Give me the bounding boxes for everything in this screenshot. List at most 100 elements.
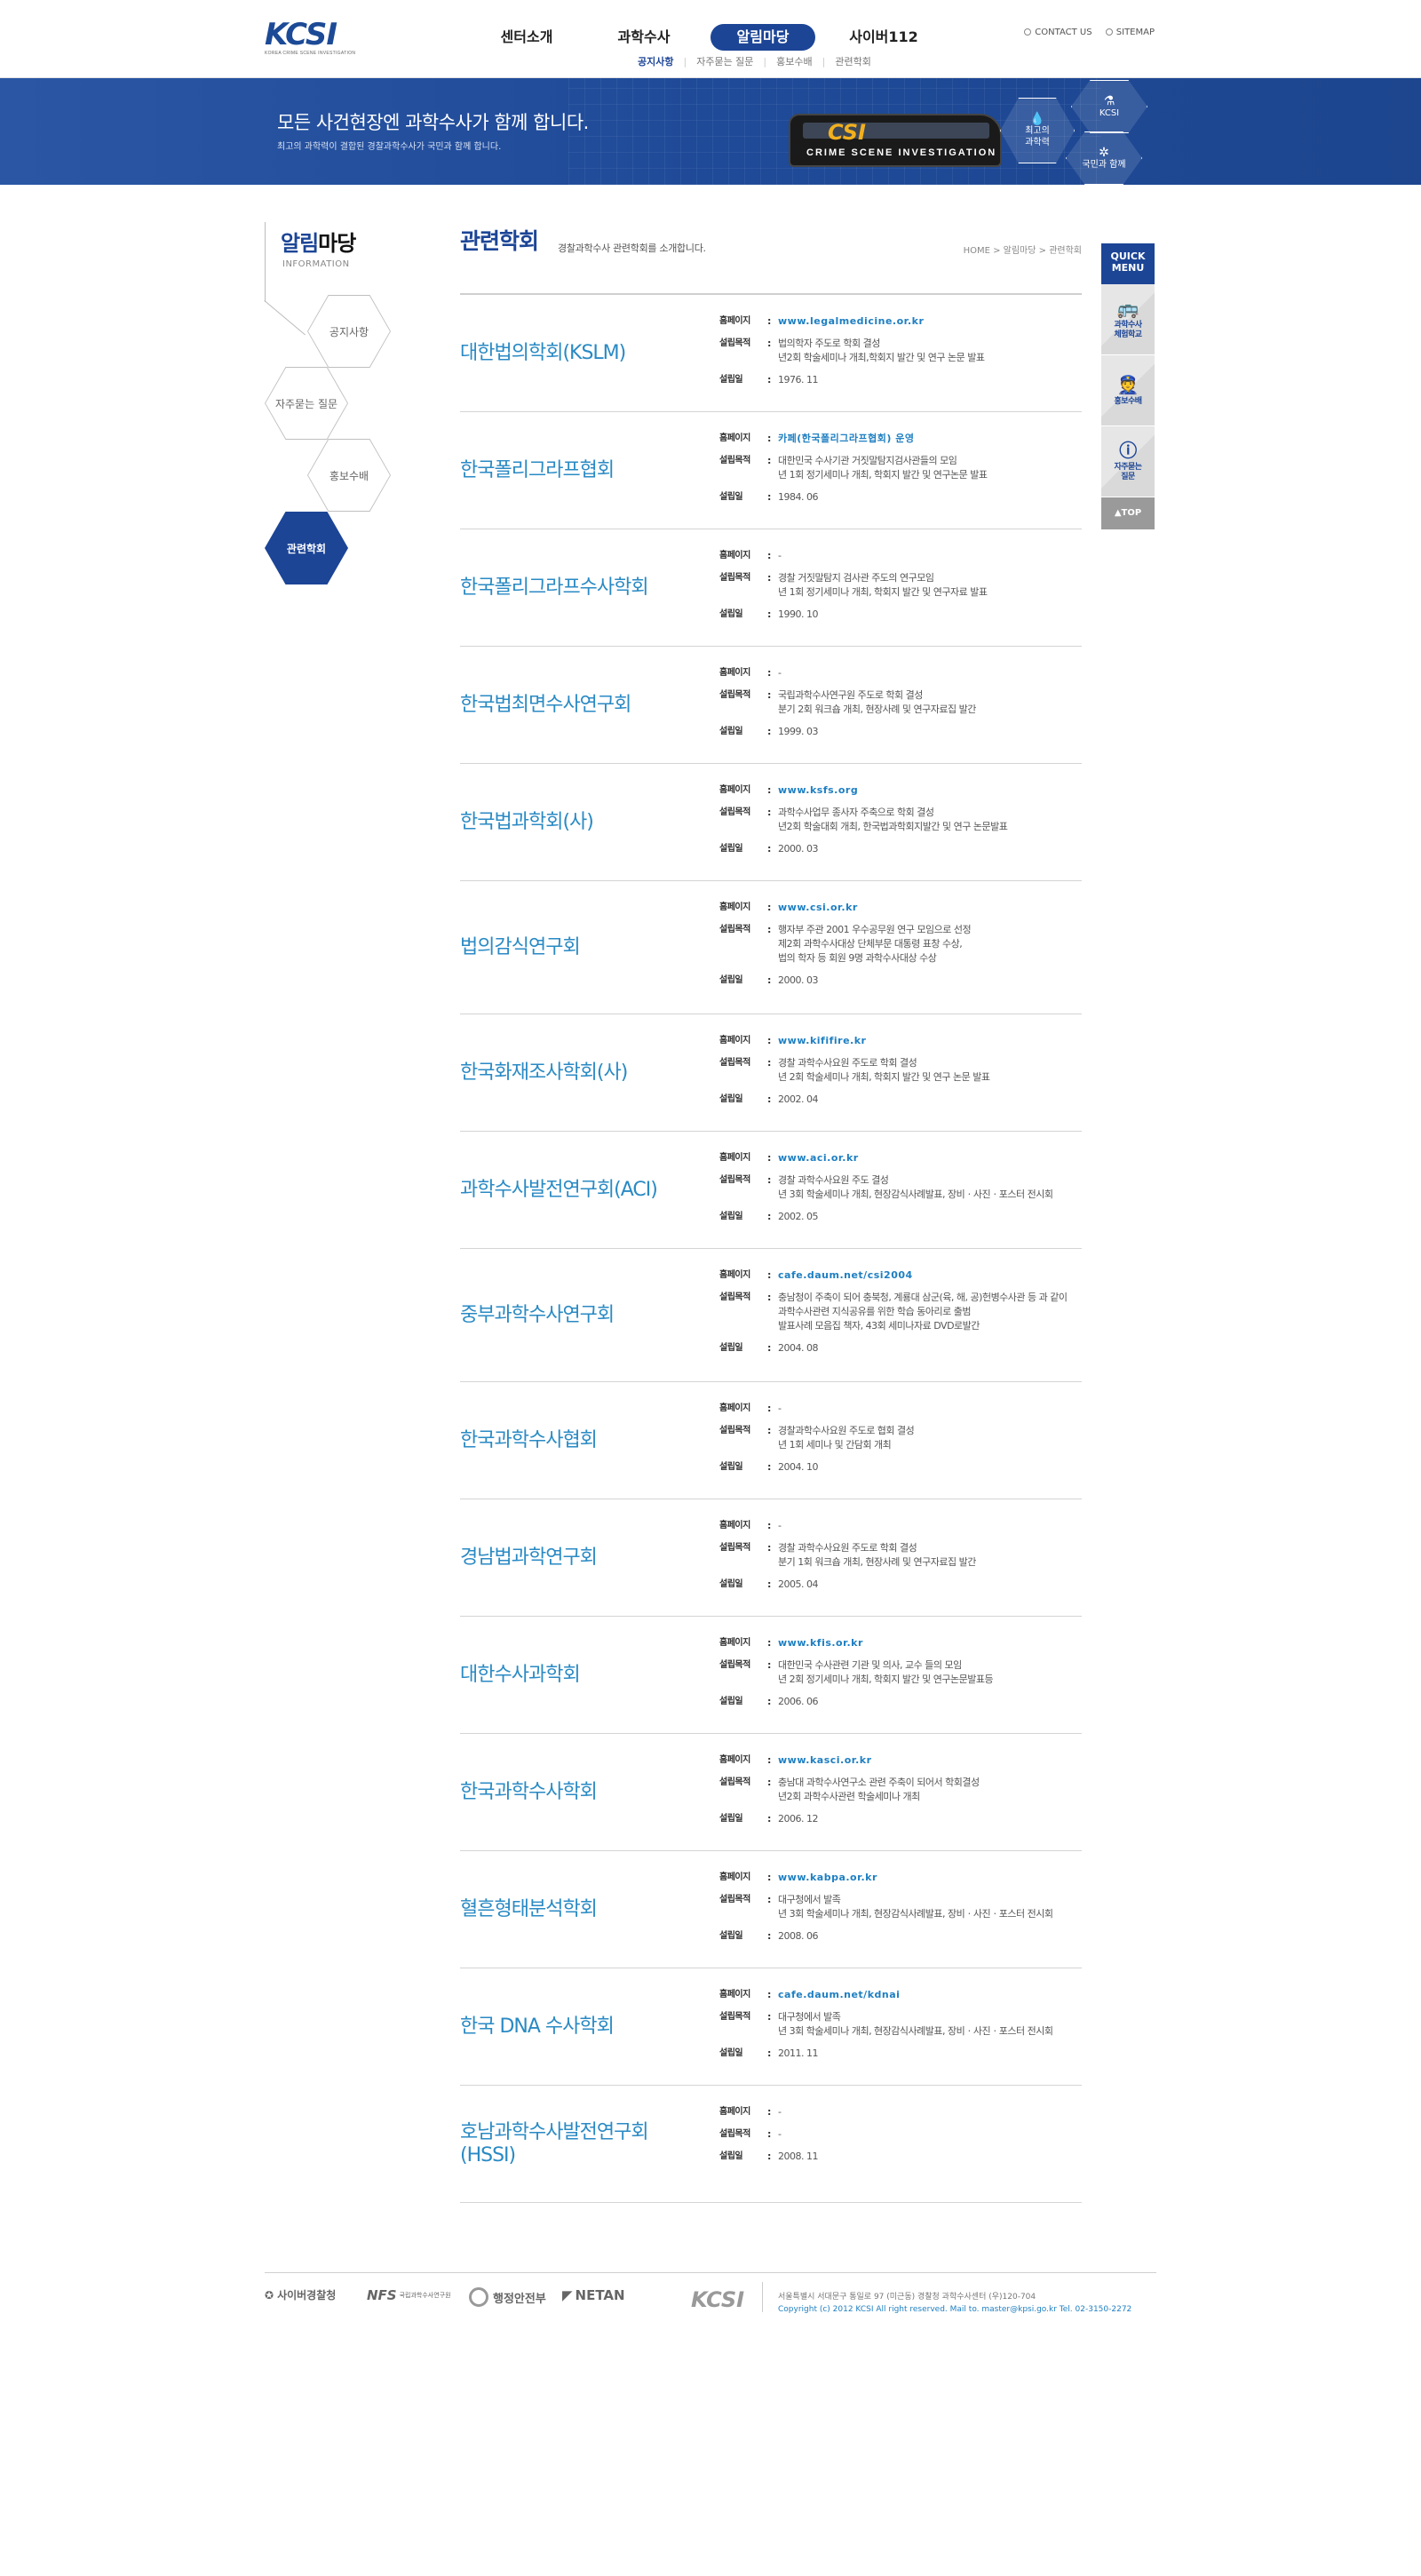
homepage-line: 홈페이지: www.kabpa.or.kr <box>719 1871 1092 1885</box>
lnb-item-wanted[interactable]: 홍보수배 <box>307 439 391 512</box>
society-info: 홈페이지: - 설립목적: 경찰 과학수사요원 주도로 학회 결성 분기 1회 워크숍… <box>719 1519 1092 1600</box>
purpose-line: 설립목적: 대구청에서 발족 년 3회 학술세미나 개최, 현장감식사례발표, 장… <box>719 2010 1092 2039</box>
purpose-text: 경찰 거짓말탐지 검사관 주도의 연구모임 년 1회 정기세미나 개최, 학회지… <box>778 572 988 598</box>
sitemap-link[interactable]: SITEMAP <box>1105 28 1155 37</box>
society-row: 경남법과학연구회 홈페이지: - 설립목적: 경찰 과학수사요원 주도로 학회 결성 분… <box>460 1499 1082 1617</box>
society-info: 홈페이지: - 설립목적: 국립과학수사연구원 주도로 학회 결성 분기 2회 워크숍… <box>719 666 1092 747</box>
founded-label: 설립일 <box>719 375 743 385</box>
homepage-link[interactable]: www.aci.or.kr <box>778 1151 1092 1165</box>
founded-label: 설립일 <box>719 1697 743 1706</box>
gnb-cyber112[interactable]: 사이버112 <box>835 24 933 51</box>
footer-logo-nfs[interactable]: NFS 국립과학수사연구원 <box>367 2287 451 2303</box>
homepage-line: 홈페이지: - <box>719 666 1092 680</box>
founded-date: 2002. 04 <box>778 1093 818 1105</box>
lnb-item-societies[interactable]: 관련학회 <box>265 512 348 584</box>
purpose-label: 설립목적 <box>719 1058 750 1068</box>
footer-logo-cyber-police[interactable]: ✪ 사이버경찰청 <box>265 2287 336 2302</box>
gnb-notice[interactable]: 알림마당 <box>710 24 815 51</box>
quick-item-wanted[interactable]: 👮 홍보수배 <box>1101 355 1155 426</box>
drop-icon: 💧 <box>1029 112 1045 126</box>
founded-line: 설립일:1990. 10 <box>719 608 1092 622</box>
society-info: 홈페이지: www.ksfs.org 설립목적: 과학수사업무 종사자 주축으로 학회… <box>719 783 1092 864</box>
society-name: 혈흔형태분석학회 <box>460 1897 598 1920</box>
society-row: 한국폴리그라프협회 홈페이지: 카페(한국폴리그라프협회) 운영 설립목적: 대한민국 … <box>460 412 1082 529</box>
homepage-label: 홈페이지 <box>719 902 750 912</box>
purpose-label: 설립목적 <box>719 2129 750 2139</box>
lnb-line <box>265 222 266 302</box>
purpose-line: 설립목적: 충남대 과학수사연구소 관련 주축이 되어서 학회결성 년2회 과학수… <box>719 1776 1092 1804</box>
founded-label: 설립일 <box>719 975 743 985</box>
founded-date: 2004. 08 <box>778 1342 818 1354</box>
society-row: 호남과학수사발전연구회 (HSSI) 홈페이지: - 설립목적: - 설립일:2008. … <box>460 2086 1082 2203</box>
homepage-link[interactable]: www.legalmedicine.or.kr <box>778 314 1092 329</box>
founded-label: 설립일 <box>719 727 743 736</box>
top-button[interactable]: ▲TOP <box>1101 497 1155 529</box>
gnb-center-intro[interactable]: 센터소개 <box>478 24 576 51</box>
subnav-notice[interactable]: 공지사항 <box>638 52 673 73</box>
homepage-link[interactable]: 카페(한국폴리그라프협회) 운영 <box>778 432 1092 446</box>
footer-logo-netan[interactable]: ◤ NETAN <box>562 2287 625 2303</box>
footer: ✪ 사이버경찰청 NFS 국립과학수사연구원 행정안전부 ◤ NETAN KCSI 서… <box>265 2272 1156 2334</box>
purpose-line: 설립목적: 대한민국 수사기관 거짓말탐지검사관들의 모임 년 1회 정기세미나 … <box>719 454 1092 482</box>
founded-label: 설립일 <box>719 1931 743 1941</box>
copyright-text: Copyright (c) 2012 KCSI All right reserv… <box>778 2305 1132 2314</box>
founded-label: 설립일 <box>719 1462 743 1472</box>
founded-label: 설립일 <box>719 1343 743 1353</box>
homepage-link[interactable]: www.kabpa.or.kr <box>778 1871 1092 1885</box>
homepage-link[interactable]: cafe.daum.net/csi2004 <box>778 1268 1092 1283</box>
founded-label: 설립일 <box>719 1094 743 1104</box>
page-description: 경찰과학수사 관련학회를 소개합니다. <box>558 242 706 254</box>
founded-line: 설립일:2002. 04 <box>719 1093 1092 1107</box>
founded-line: 설립일:2002. 05 <box>719 1210 1092 1224</box>
society-name: 과학수사발전연구회(ACI) <box>460 1178 658 1201</box>
homepage-label: 홈페이지 <box>719 1755 750 1765</box>
quick-item-faq[interactable]: ⓘ 자주묻는 질문 <box>1101 426 1155 497</box>
homepage-line: 홈페이지: www.kasci.or.kr <box>719 1753 1092 1768</box>
homepage-line: 홈페이지: - <box>719 1519 1092 1533</box>
homepage-link[interactable]: www.kififire.kr <box>778 1034 1092 1048</box>
homepage-link[interactable]: www.kfis.or.kr <box>778 1636 1092 1650</box>
founded-line: 설립일:2006. 06 <box>719 1695 1092 1709</box>
lnb-item-notice[interactable]: 공지사항 <box>307 295 391 368</box>
society-info: 홈페이지: - 설립목적: 경찰과학수사요원 주도로 협회 결성 년 1회 세미나 및… <box>719 1402 1092 1483</box>
quick-menu-title: QUICK MENU <box>1101 243 1155 284</box>
homepage-link[interactable]: www.ksfs.org <box>778 783 1092 798</box>
kcsi-logo[interactable]: KCSI KOREA CRIME SCENE INVESTIGATION <box>265 20 361 56</box>
founded-date: 2005. 04 <box>778 1578 818 1590</box>
founded-date: 2008. 11 <box>778 2151 818 2162</box>
homepage-line: 홈페이지: www.kififire.kr <box>719 1034 1092 1048</box>
society-info: 홈페이지: cafe.daum.net/csi2004 설립목적: 충남청이 주축이 … <box>719 1268 1092 1364</box>
homepage-label: 홈페이지 <box>719 2107 750 2117</box>
subnav-faq[interactable]: 자주묻는 질문 <box>696 52 753 73</box>
purpose-line: 설립목적: 과학수사업무 종사자 주축으로 학회 결성 년2회 학술대회 개최, … <box>719 806 1092 834</box>
purpose-label: 설립목적 <box>719 1777 750 1787</box>
society-row: 대한수사과학회 홈페이지: www.kfis.or.kr 설립목적: 대한민국 수사관련… <box>460 1617 1082 1734</box>
homepage-line: 홈페이지: www.csi.or.kr <box>719 901 1092 915</box>
society-name: 한국화재조사학회(사) <box>460 1061 628 1084</box>
gnb-forensic[interactable]: 과학수사 <box>595 24 693 51</box>
society-info: 홈페이지: www.kabpa.or.kr 설립목적: 대구청에서 발족 년 3회 학… <box>719 1871 1092 1952</box>
society-row: 한국폴리그라프수사학회 홈페이지: - 설립목적: 경찰 거짓말탐지 검사관 주도의 연… <box>460 529 1082 647</box>
purpose-text: 경찰 과학수사요원 주도 결성 년 3회 학술세미나 개최, 현장감식사례발표,… <box>778 1174 1053 1200</box>
homepage-link[interactable]: www.kasci.or.kr <box>778 1753 1092 1768</box>
subnav-divider: | <box>763 56 767 68</box>
homepage-link[interactable]: cafe.daum.net/kdnai <box>778 1988 1092 2002</box>
footer-logo-mopas[interactable]: 행정안전부 <box>469 2287 546 2307</box>
founded-line: 설립일:1999. 03 <box>719 725 1092 739</box>
purpose-label: 설립목적 <box>719 925 750 934</box>
quick-item-experience[interactable]: 🚌 과학수사 체험학교 <box>1101 284 1155 355</box>
purpose-text: 행자부 주관 2001 우수공무원 연구 모임으로 선정 제2회 과학수사대상 … <box>778 924 972 964</box>
utility-links: CONTACT US SITEMAP <box>1013 28 1155 37</box>
subnav-societies[interactable]: 관련학회 <box>835 52 870 73</box>
society-name: 한국법최면수사연구회 <box>460 693 631 716</box>
homepage-link: - <box>778 550 782 561</box>
contact-us-link[interactable]: CONTACT US <box>1024 28 1092 37</box>
purpose-line: 설립목적: 행자부 주관 2001 우수공무원 연구 모임으로 선정 제2회 과학… <box>719 923 1092 966</box>
subnav-wanted[interactable]: 홍보수배 <box>776 52 812 73</box>
homepage-label: 홈페이지 <box>719 1990 750 2000</box>
lnb-item-faq[interactable]: 자주묻는 질문 <box>265 367 348 440</box>
homepage-label: 홈페이지 <box>719 551 750 561</box>
homepage-link[interactable]: www.csi.or.kr <box>778 901 1092 915</box>
purpose-text: 과학수사업무 종사자 주축으로 학회 결성 년2회 학술대회 개최, 한국법과학… <box>778 807 1008 832</box>
founded-date: 2006. 12 <box>778 1813 818 1825</box>
